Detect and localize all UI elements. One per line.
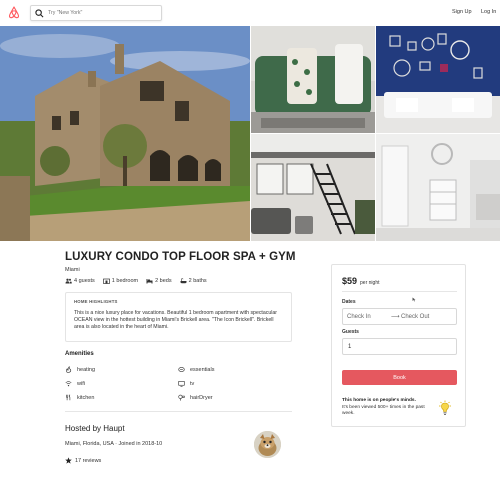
highlights-heading: HOME HIGHLIGHTS: [74, 299, 118, 304]
host-meta: Miami, Florida, USA · Joined in 2018-10: [65, 441, 163, 447]
amenity-label: heating: [77, 366, 96, 373]
photo-gallery: [0, 26, 500, 241]
host-heading: Hosted by Haupt: [65, 424, 125, 433]
price-amount: $59: [342, 276, 358, 286]
hairdryer-icon: [178, 394, 185, 401]
search-icon: [35, 8, 44, 17]
photo-living-sofa[interactable]: [251, 26, 375, 133]
card-divider: [342, 291, 457, 292]
amenity-kitchen: kitchen: [65, 394, 94, 401]
date-range-picker[interactable]: Check In ⟶ Check Out: [342, 308, 457, 325]
logo-icon[interactable]: [8, 6, 20, 19]
fact-bedrooms: 1 bedroom: [102, 278, 139, 284]
fact-beds-label: 2 beds: [155, 278, 172, 284]
kitchen-icon: [66, 394, 71, 401]
white-room-image: [376, 134, 500, 241]
top-header: Sign Up Log In: [0, 0, 500, 26]
amenity-label: essentials: [190, 366, 215, 373]
guests-label: Guests: [342, 329, 359, 335]
signup-link[interactable]: Sign Up: [452, 9, 472, 15]
guests-icon: [65, 278, 72, 284]
photo-blue-room[interactable]: [376, 26, 500, 133]
check-in-input[interactable]: Check In: [347, 314, 391, 320]
lightbulb-icon: [439, 400, 451, 415]
reviews-count[interactable]: 17 reviews: [65, 457, 101, 464]
bed-icon: [146, 279, 153, 284]
main-photo[interactable]: [0, 26, 250, 241]
bath-icon: [180, 278, 187, 284]
amenity-wifi: wifi: [65, 380, 85, 387]
search-input[interactable]: [48, 10, 158, 16]
dates-label: Dates: [342, 299, 356, 305]
price-unit: per night: [360, 280, 380, 286]
listing-title: LUXURY CONDO TOP FLOOR SPA + GYM: [65, 251, 296, 263]
host-photo: [254, 431, 281, 458]
login-link[interactable]: Log In: [481, 9, 496, 15]
amenity-essentials: essentials: [178, 366, 214, 373]
fact-guests-label: 4 guests: [74, 278, 95, 284]
popularity-tip: This home is on people's minds. It's bee…: [342, 398, 432, 418]
search-bar[interactable]: [30, 5, 162, 21]
sofa-image: [251, 26, 375, 133]
booking-card: $59 per night Dates Check In ⟶ Check Out…: [331, 264, 466, 427]
star-icon: [65, 457, 72, 464]
fact-guests: 4 guests: [65, 278, 95, 284]
amenity-tv: tv: [178, 380, 194, 387]
fact-baths: 2 baths: [180, 278, 207, 284]
photo-loft-stairs[interactable]: [251, 134, 375, 241]
amenity-hairdryer: hairDryer: [178, 394, 213, 401]
tip-heading: This home is on people's minds.: [342, 398, 416, 403]
home-highlights: HOME HIGHLIGHTS This is a nice luxury pl…: [65, 292, 292, 342]
listing-city: Miami: [65, 267, 80, 273]
fact-beds: 2 beds: [146, 278, 172, 284]
check-out-input[interactable]: Check Out: [401, 314, 445, 320]
heating-icon: [66, 366, 72, 373]
listing-facts: 4 guests 1 bedroom 2 beds 2 baths: [65, 278, 207, 284]
book-button[interactable]: Book: [342, 370, 457, 385]
amenities-heading: Amenities: [65, 351, 94, 357]
price: $59 per night: [342, 276, 380, 286]
reviews-label: 17 reviews: [75, 457, 102, 464]
tip-text: It's been viewed 500+ times in the past …: [342, 404, 425, 417]
amenity-label: hairDryer: [190, 394, 213, 401]
villa-image: [0, 26, 250, 241]
stairs-image: [251, 134, 375, 241]
fact-bedrooms-label: 1 bedroom: [111, 278, 139, 284]
host-avatar[interactable]: [254, 431, 281, 458]
amenity-heating: heating: [65, 366, 95, 373]
arrow-right-icon: ⟶: [391, 314, 400, 320]
highlights-text: This is a nice luxury place for vacation…: [74, 310, 277, 330]
tv-icon: [178, 381, 185, 387]
fact-baths-label: 2 baths: [188, 278, 207, 284]
bedroom-icon: [102, 278, 110, 284]
photo-white-room[interactable]: [376, 134, 500, 241]
blue-room-image: [376, 26, 500, 133]
amenity-label: kitchen: [77, 394, 95, 401]
cursor-icon: [412, 297, 416, 302]
amenity-label: tv: [190, 380, 195, 387]
guests-value: 1: [348, 343, 352, 350]
amenity-label: wifi: [77, 380, 85, 387]
wifi-icon: [65, 381, 72, 387]
essentials-icon: [178, 367, 185, 372]
guests-input[interactable]: 1: [342, 338, 457, 355]
section-divider: [65, 411, 292, 412]
